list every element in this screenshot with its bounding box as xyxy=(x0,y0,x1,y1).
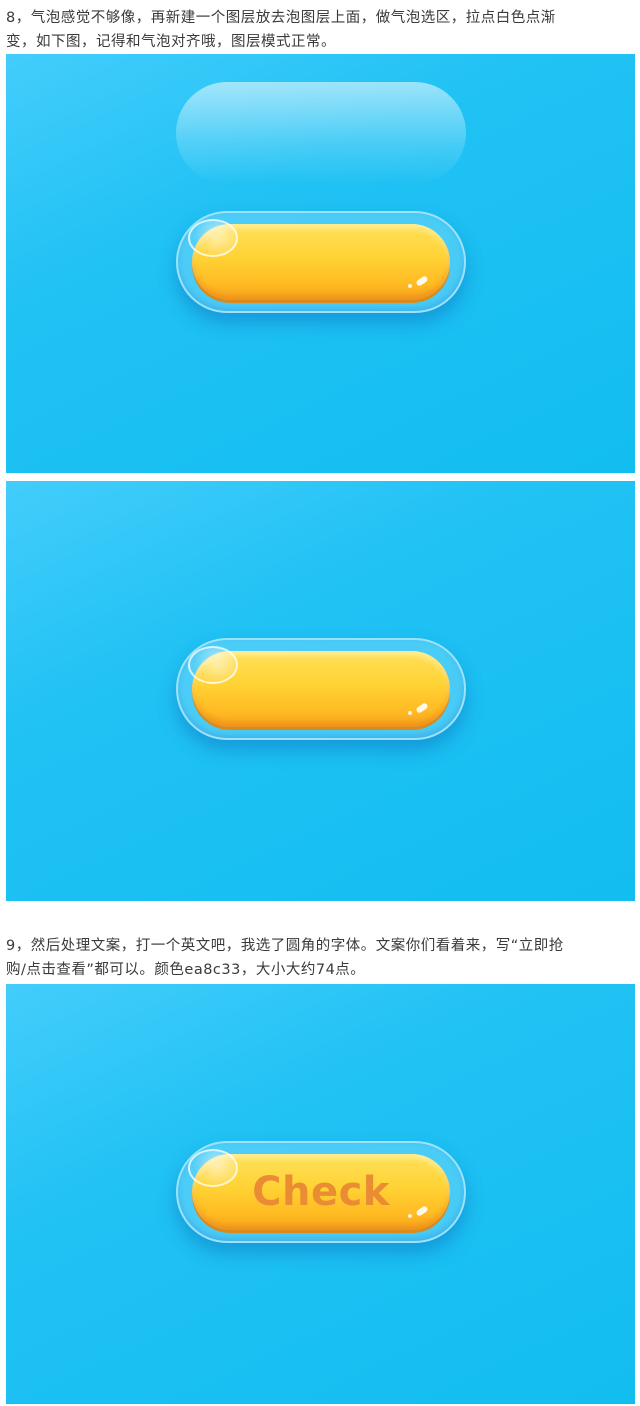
bubble-reflection xyxy=(188,1149,238,1187)
step-8-line-2: 变，如下图，记得和气泡对齐哦，图层模式正常。 xyxy=(6,34,336,50)
bubble-button xyxy=(176,638,466,740)
step-9-text: 9，然后处理文案，打一个英文吧，我选了圆角的字体。文案你们看着来，写“立即抢 购… xyxy=(6,934,636,982)
bubble-reflection xyxy=(188,646,238,684)
step-9-line-2: 购/点击查看”都可以。颜色ea8c33，大小大约74点。 xyxy=(6,962,366,978)
bubble-button: Check xyxy=(176,1141,466,1243)
step-8-line-1: 8，气泡感觉不够像，再新建一个图层放去泡图层上面，做气泡选区，拉点白色点渐 xyxy=(6,10,556,26)
shine-dot xyxy=(408,1214,412,1218)
step-8-text: 8，气泡感觉不够像，再新建一个图层放去泡图层上面，做气泡选区，拉点白色点渐 变，… xyxy=(6,6,636,54)
example-image-2 xyxy=(6,481,635,901)
shine-highlight xyxy=(415,702,429,714)
example-image-3: Check xyxy=(6,984,635,1404)
bubble-reflection xyxy=(188,219,238,257)
gradient-highlight-layer xyxy=(176,82,466,184)
example-image-1 xyxy=(6,54,635,473)
step-9-line-1: 9，然后处理文案，打一个英文吧，我选了圆角的字体。文案你们看着来，写“立即抢 xyxy=(6,938,564,954)
shine-highlight xyxy=(415,275,429,287)
bubble-button xyxy=(176,211,466,313)
shine-dot xyxy=(408,711,412,715)
shine-dot xyxy=(408,284,412,288)
